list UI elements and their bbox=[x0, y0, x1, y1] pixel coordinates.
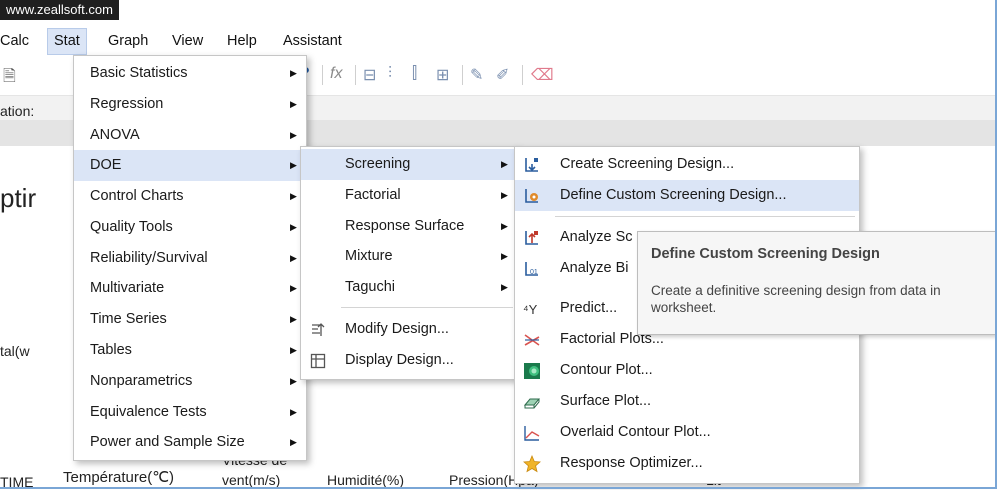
function-icon[interactable]: fx bbox=[330, 65, 342, 83]
column-header-temperature: Température(℃) bbox=[63, 469, 175, 486]
predict-icon: ⁴Y bbox=[523, 302, 538, 317]
tooltip-title: Define Custom Screening Design bbox=[651, 246, 880, 262]
menu-item-factorial[interactable]: Factorial ▶ bbox=[301, 180, 517, 211]
define-custom-screening-design-icon bbox=[525, 189, 538, 203]
menu-item-nonparametrics[interactable]: Nonparametrics ▶ bbox=[74, 366, 306, 397]
menu-item-quality-tools[interactable]: Quality Tools ▶ bbox=[74, 212, 306, 243]
eraser-icon[interactable]: ⌫ bbox=[531, 65, 554, 85]
menu-item-define-custom-screening-design[interactable]: Define Custom Screening Design... bbox=[515, 180, 859, 211]
toolbar-separator bbox=[322, 65, 323, 85]
menu-item-create-screening-design[interactable]: Create Screening Design... bbox=[515, 149, 859, 180]
worksheet-title: ptir bbox=[0, 183, 37, 213]
factorial-plots-icon bbox=[524, 334, 540, 346]
menu-separator bbox=[341, 307, 513, 308]
modify-design-icon bbox=[312, 323, 325, 336]
svg-text:01: 01 bbox=[530, 269, 538, 276]
menu-item-basic-statistics[interactable]: Basic Statistics ▶ bbox=[74, 58, 306, 89]
menu-item-time-series[interactable]: Time Series ▶ bbox=[74, 304, 306, 335]
menu-item-regression[interactable]: Regression ▶ bbox=[74, 89, 306, 120]
menu-item-response-optimizer[interactable]: Response Optimizer... bbox=[515, 448, 859, 479]
surface-plot-icon bbox=[523, 398, 541, 409]
response-optimizer-icon bbox=[523, 455, 541, 473]
brush-remove-icon[interactable]: ✐ bbox=[496, 65, 509, 85]
menu-item-multivariate[interactable]: Multivariate ▶ bbox=[74, 273, 306, 304]
menu-help[interactable]: Help bbox=[227, 28, 257, 55]
menu-item-response-surface[interactable]: Response Surface ▶ bbox=[301, 211, 517, 242]
align-icon[interactable]: ⊟ bbox=[363, 65, 376, 85]
menu-item-doe[interactable]: DOE ▶ bbox=[74, 150, 306, 181]
menu-graph[interactable]: Graph bbox=[108, 28, 148, 55]
column-header-humidity: Humidité(%) bbox=[327, 472, 405, 488]
menu-stat[interactable]: Stat bbox=[47, 28, 87, 55]
menu-item-equivalence-tests[interactable]: Equivalence Tests ▶ bbox=[74, 397, 306, 428]
menu-item-taguchi[interactable]: Taguchi ▶ bbox=[301, 272, 517, 303]
document-icon[interactable]: 🗎 bbox=[3, 65, 16, 92]
menu-calc[interactable]: Calc bbox=[0, 28, 29, 55]
menu-item-power-and-sample-size[interactable]: Power and Sample Size ▶ bbox=[74, 427, 306, 458]
menu-item-tables[interactable]: Tables ▶ bbox=[74, 335, 306, 366]
menu-bar: Calc Stat Graph View Help Assistant bbox=[0, 28, 997, 55]
stat-menu: Basic Statistics ▶ Regression ▶ ANOVA ▶ DOE… bbox=[73, 55, 307, 461]
menu-item-mixture[interactable]: Mixture ▶ bbox=[301, 241, 517, 272]
analyze-screening-design-icon bbox=[525, 231, 538, 245]
menu-item-contour-plot[interactable]: Contour Plot... bbox=[515, 355, 859, 386]
display-design-icon bbox=[310, 353, 326, 369]
menu-item-display-design[interactable]: Display Design... bbox=[301, 345, 517, 376]
column-header-vitesse-unit: vent(m/s) bbox=[222, 472, 281, 488]
menu-item-reliability-survival[interactable]: Reliability/Survival ▶ bbox=[74, 243, 306, 274]
svg-text:⁴Y: ⁴Y bbox=[523, 302, 538, 317]
brush-icon[interactable]: ✎ bbox=[470, 65, 483, 85]
doe-submenu: Screening ▶ Factorial ▶ Response Surface ▶ … bbox=[300, 146, 518, 380]
menu-view[interactable]: View bbox=[172, 28, 203, 55]
menu-item-surface-plot[interactable]: Surface Plot... bbox=[515, 386, 859, 417]
distribute-icon[interactable]: ⫶ bbox=[388, 65, 392, 83]
toolbar-separator bbox=[522, 65, 523, 85]
column-icon[interactable]: ⊞ bbox=[436, 65, 449, 85]
overlaid-contour-plot-icon bbox=[524, 426, 540, 441]
menu-item-modify-design[interactable]: Modify Design... bbox=[301, 314, 517, 345]
tooltip: Define Custom Screening Design Create a … bbox=[637, 231, 997, 335]
contour-plot-icon bbox=[524, 363, 540, 379]
menu-item-overlaid-contour-plot[interactable]: Overlaid Contour Plot... bbox=[515, 417, 859, 448]
menu-item-anova[interactable]: ANOVA ▶ bbox=[74, 120, 306, 151]
analyze-binary-response-icon: 01 bbox=[525, 262, 538, 276]
toolbar-separator bbox=[355, 65, 356, 85]
menu-item-control-charts[interactable]: Control Charts ▶ bbox=[74, 181, 306, 212]
bar-icon[interactable]: ⫿ bbox=[412, 65, 417, 83]
cell-text: tal(w bbox=[0, 343, 30, 359]
menu-separator bbox=[555, 216, 855, 217]
menu-item-screening[interactable]: Screening ▶ bbox=[301, 149, 517, 180]
toolbar-separator bbox=[462, 65, 463, 85]
create-screening-design-icon bbox=[525, 158, 538, 172]
tooltip-body: Create a definitive screening design fro… bbox=[651, 283, 941, 315]
menu-assistant[interactable]: Assistant bbox=[283, 28, 342, 55]
watermark-text: www.zeallsoft.com bbox=[0, 0, 119, 20]
panel-label: ation: bbox=[0, 103, 35, 119]
column-header-time: TIME bbox=[0, 474, 34, 490]
